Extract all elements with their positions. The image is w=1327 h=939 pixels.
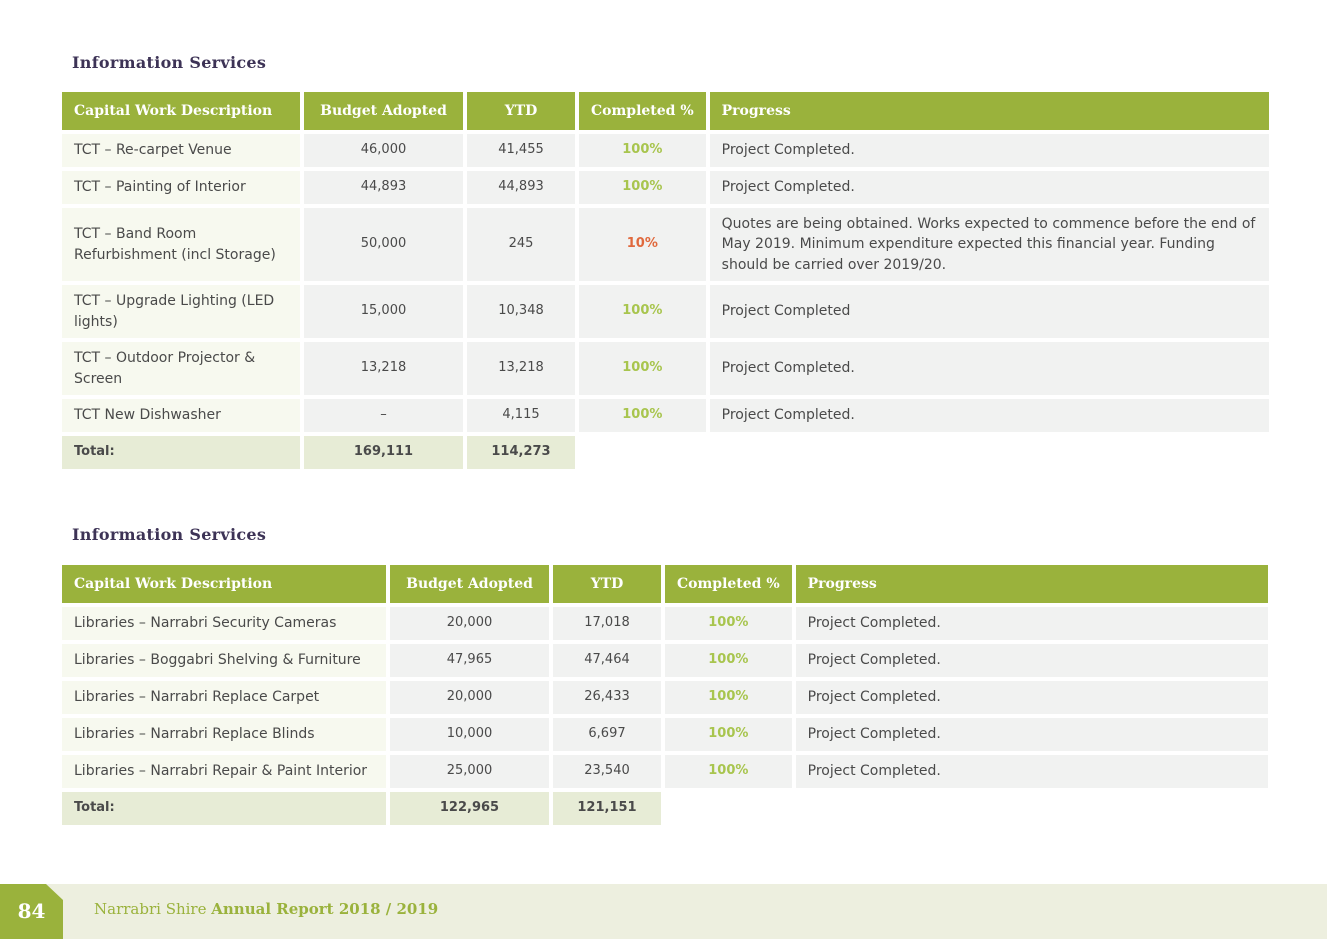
table-row: Libraries – Narrabri Replace Carpet 20,0… xyxy=(62,681,1268,714)
section-title: Information Services xyxy=(72,525,267,544)
table-row: Libraries – Boggabri Shelving & Furnitur… xyxy=(62,644,1268,677)
footer-shire: Narrabri Shire xyxy=(94,900,207,918)
table-row: TCT – Upgrade Lighting (LED lights) 15,0… xyxy=(62,285,1269,338)
table-row: TCT – Band Room Refurbishment (incl Stor… xyxy=(62,208,1269,281)
footer-title: Narrabri Shire Annual Report 2018 / 2019 xyxy=(94,900,438,918)
row-progress: Quotes are being obtained. Works expecte… xyxy=(709,208,1269,281)
row-description: Libraries – Narrabri Replace Carpet xyxy=(62,681,386,714)
row-ytd: 47,464 xyxy=(553,644,661,677)
header-completed: Completed % xyxy=(665,565,792,603)
row-description: Libraries – Boggabri Shelving & Furnitur… xyxy=(62,644,386,677)
row-progress: Project Completed. xyxy=(709,342,1269,395)
row-description: TCT – Outdoor Projector & Screen xyxy=(62,342,300,395)
row-ytd: 41,455 xyxy=(467,134,575,167)
total-ytd: 121,151 xyxy=(553,792,661,825)
row-description: TCT New Dishwasher xyxy=(62,399,300,432)
row-completed: 100% xyxy=(665,681,792,714)
table-row: TCT – Re-carpet Venue 46,000 41,455 100%… xyxy=(62,134,1269,167)
header-ytd: YTD xyxy=(553,565,661,603)
table-row: Libraries – Narrabri Replace Blinds 10,0… xyxy=(62,718,1268,751)
row-ytd: 10,348 xyxy=(467,285,575,338)
row-budget: 20,000 xyxy=(390,607,549,640)
row-progress: Project Completed. xyxy=(795,681,1268,714)
header-completed: Completed % xyxy=(579,92,706,130)
row-ytd: 17,018 xyxy=(553,607,661,640)
row-progress: Project Completed. xyxy=(795,755,1268,788)
row-completed: 100% xyxy=(579,171,706,204)
header-row: Capital Work Description Budget Adopted … xyxy=(62,565,1268,603)
row-budget: 25,000 xyxy=(390,755,549,788)
row-completed: 100% xyxy=(665,718,792,751)
row-completed: 100% xyxy=(579,342,706,395)
header-progress: Progress xyxy=(795,565,1268,603)
total-label: Total: xyxy=(62,792,386,825)
row-budget: 15,000 xyxy=(304,285,463,338)
footer-report: Annual Report 2018 / 2019 xyxy=(211,900,439,918)
header-ytd: YTD xyxy=(467,92,575,130)
row-ytd: 13,218 xyxy=(467,342,575,395)
section-title: Information Services xyxy=(72,53,267,72)
row-progress: Project Completed. xyxy=(795,607,1268,640)
table-row: Libraries – Narrabri Security Cameras 20… xyxy=(62,607,1268,640)
row-ytd: 6,697 xyxy=(553,718,661,751)
header-budget: Budget Adopted xyxy=(304,92,463,130)
row-budget: 47,965 xyxy=(390,644,549,677)
row-budget: – xyxy=(304,399,463,432)
row-progress: Project Completed. xyxy=(795,644,1268,677)
total-budget: 169,111 xyxy=(304,436,463,469)
row-description: TCT – Painting of Interior xyxy=(62,171,300,204)
table-row: TCT New Dishwasher – 4,115 100% Project … xyxy=(62,399,1269,432)
row-budget: 13,218 xyxy=(304,342,463,395)
row-completed: 100% xyxy=(665,607,792,640)
table-row: TCT – Outdoor Projector & Screen 13,218 … xyxy=(62,342,1269,395)
row-budget: 20,000 xyxy=(390,681,549,714)
total-row: Total: 169,111 114,273 xyxy=(62,436,1269,469)
header-description: Capital Work Description xyxy=(62,92,300,130)
page-number: 84 xyxy=(17,899,46,923)
header-budget: Budget Adopted xyxy=(390,565,549,603)
row-progress: Project Completed. xyxy=(795,718,1268,751)
row-ytd: 4,115 xyxy=(467,399,575,432)
row-completed: 100% xyxy=(579,134,706,167)
row-budget: 46,000 xyxy=(304,134,463,167)
capital-works-table: Capital Work Description Budget Adopted … xyxy=(58,88,1273,473)
total-ytd: 114,273 xyxy=(467,436,575,469)
row-ytd: 245 xyxy=(467,208,575,281)
row-progress: Project Completed. xyxy=(709,399,1269,432)
row-progress: Project Completed. xyxy=(709,171,1269,204)
table-row: Libraries – Narrabri Repair & Paint Inte… xyxy=(62,755,1268,788)
row-completed: 100% xyxy=(579,399,706,432)
total-row: Total: 122,965 121,151 xyxy=(62,792,1268,825)
row-budget: 44,893 xyxy=(304,171,463,204)
header-row: Capital Work Description Budget Adopted … xyxy=(62,92,1269,130)
row-ytd: 26,433 xyxy=(553,681,661,714)
row-description: Libraries – Narrabri Replace Blinds xyxy=(62,718,386,751)
total-budget: 122,965 xyxy=(390,792,549,825)
row-completed: 100% xyxy=(665,755,792,788)
row-budget: 10,000 xyxy=(390,718,549,751)
row-completed: 100% xyxy=(579,285,706,338)
row-description: Libraries – Narrabri Repair & Paint Inte… xyxy=(62,755,386,788)
row-description: TCT – Re-carpet Venue xyxy=(62,134,300,167)
row-completed: 10% xyxy=(579,208,706,281)
row-budget: 50,000 xyxy=(304,208,463,281)
row-completed: 100% xyxy=(665,644,792,677)
row-progress: Project Completed xyxy=(709,285,1269,338)
total-label: Total: xyxy=(62,436,300,469)
row-description: TCT – Band Room Refurbishment (incl Stor… xyxy=(62,208,300,281)
row-ytd: 44,893 xyxy=(467,171,575,204)
row-description: TCT – Upgrade Lighting (LED lights) xyxy=(62,285,300,338)
row-ytd: 23,540 xyxy=(553,755,661,788)
table-row: TCT – Painting of Interior 44,893 44,893… xyxy=(62,171,1269,204)
row-description: Libraries – Narrabri Security Cameras xyxy=(62,607,386,640)
header-progress: Progress xyxy=(709,92,1269,130)
row-progress: Project Completed. xyxy=(709,134,1269,167)
capital-works-table: Capital Work Description Budget Adopted … xyxy=(58,561,1272,829)
header-description: Capital Work Description xyxy=(62,565,386,603)
